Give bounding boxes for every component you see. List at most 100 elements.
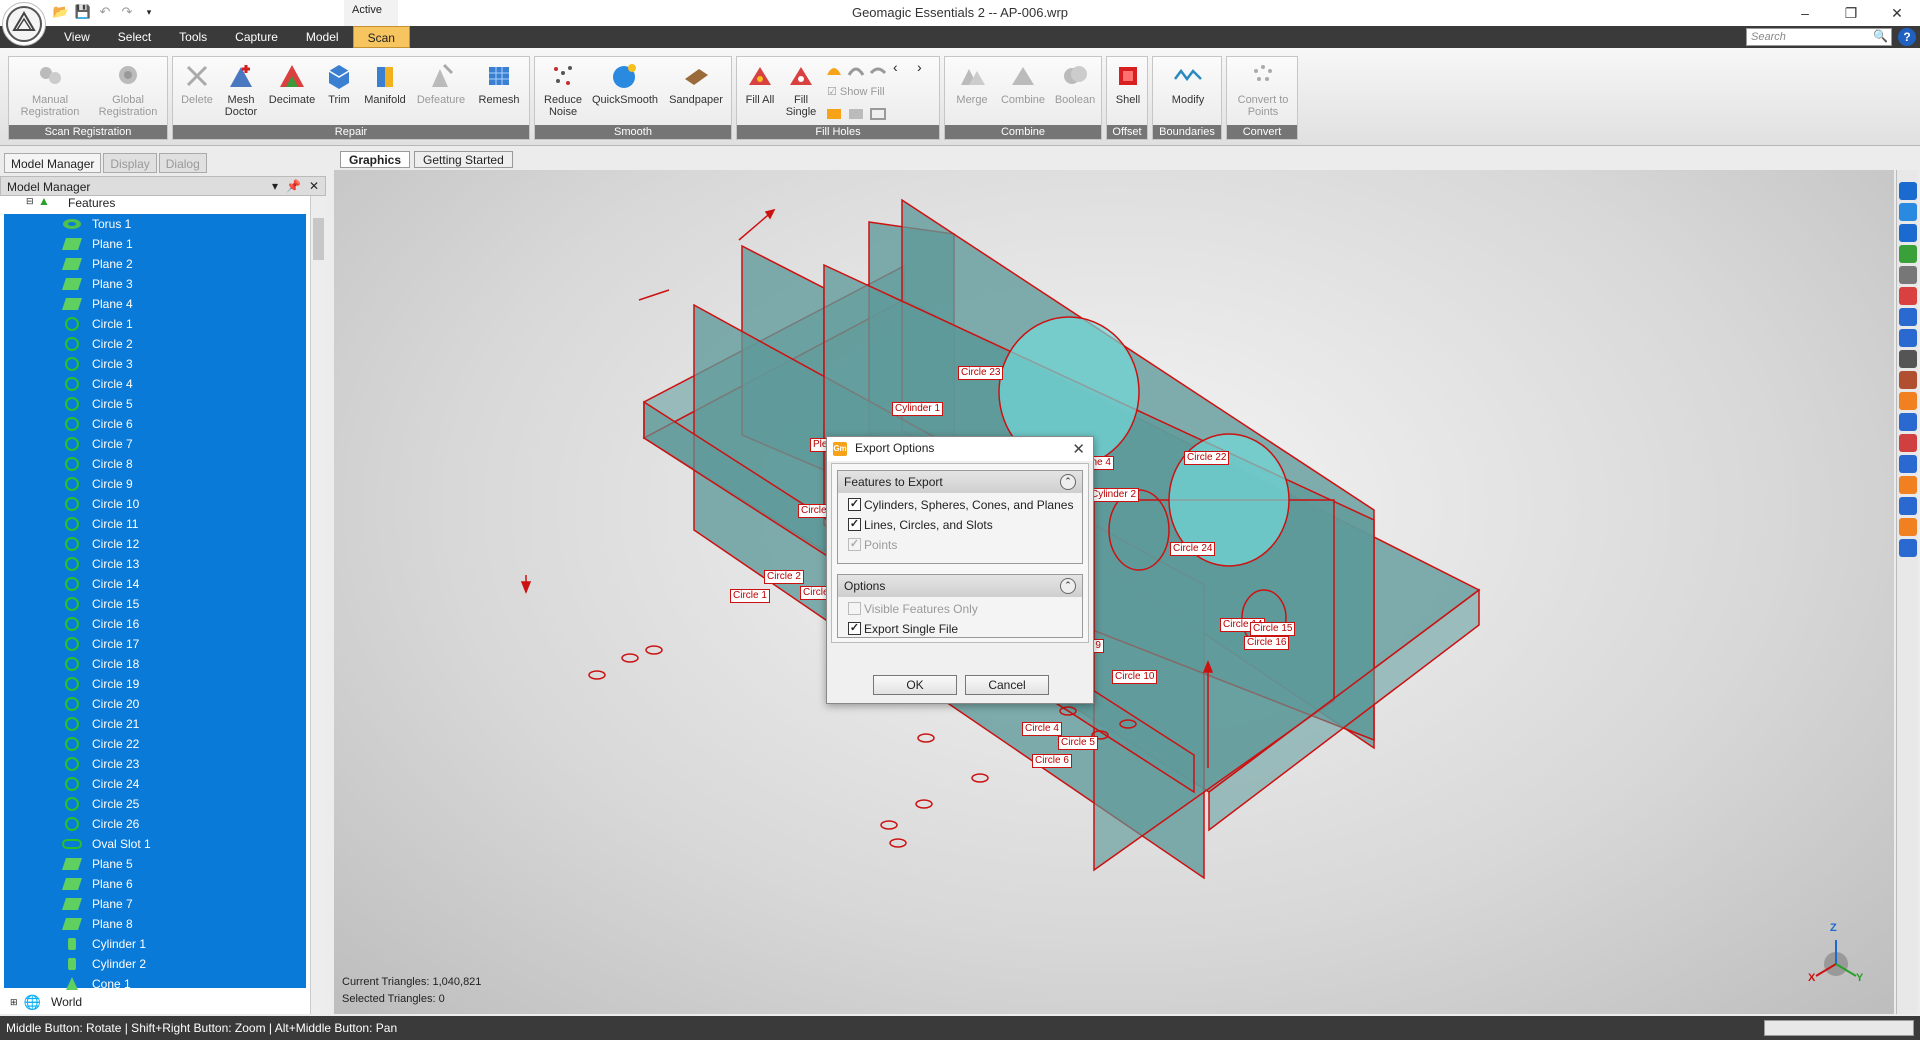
tab-model-manager[interactable]: Model Manager xyxy=(4,153,102,173)
option-cylinders-spheres-cones-planes[interactable]: ✓ Cylinders, Spheres, Cones, and Planes xyxy=(838,495,1082,515)
tree-item-circle-26[interactable]: Circle 26 xyxy=(4,814,306,834)
search-input[interactable]: Search xyxy=(1746,28,1892,46)
fill-complete-icon[interactable] xyxy=(825,61,843,79)
section-header[interactable]: Options ⌃ xyxy=(838,575,1082,597)
tree-item-circle-11[interactable]: Circle 11 xyxy=(4,514,306,534)
tree-item-circle-22[interactable]: Circle 22 xyxy=(4,734,306,754)
select-rect-icon[interactable] xyxy=(1899,308,1917,326)
tree-item-plane-5[interactable]: Plane 5 xyxy=(4,854,306,874)
mesh-doctor-button[interactable]: Mesh Doctor xyxy=(217,61,265,118)
tree-item-circle-3[interactable]: Circle 3 xyxy=(4,354,306,374)
tree-item-circle-1[interactable]: Circle 1 xyxy=(4,314,306,334)
tree-item-plane-8[interactable]: Plane 8 xyxy=(4,914,306,934)
dialog-close-icon[interactable]: ✕ xyxy=(1072,440,1085,458)
pin-icon[interactable]: 📌 xyxy=(286,179,301,193)
tree-item-cone-1[interactable]: Cone 1 xyxy=(4,974,306,994)
paint-icon[interactable] xyxy=(1899,371,1917,389)
tab-display[interactable]: Display xyxy=(103,153,157,173)
tree-item-circle-24[interactable]: Circle 24 xyxy=(4,774,306,794)
tree-item-plane-1[interactable]: Plane 1 xyxy=(4,234,306,254)
modify-button[interactable]: Modify xyxy=(1157,61,1219,106)
next-hole-icon[interactable]: › xyxy=(917,59,922,75)
lasso-icon[interactable] xyxy=(1899,329,1917,347)
collapse-section-icon[interactable]: ⌃ xyxy=(1060,474,1076,490)
tree-item-circle-25[interactable]: Circle 25 xyxy=(4,794,306,814)
fill-bridge-icon[interactable] xyxy=(869,61,887,79)
frame-icon[interactable] xyxy=(1899,413,1917,431)
convert-to-points-button[interactable]: Convert to Points xyxy=(1231,61,1295,118)
fill-all-button[interactable]: Fill All xyxy=(741,61,779,106)
tree-item-plane-7[interactable]: Plane 7 xyxy=(4,894,306,914)
menu-capture[interactable]: Capture xyxy=(221,26,292,48)
restore-button[interactable]: ❐ xyxy=(1828,0,1874,26)
tree-item-circle-5[interactable]: Circle 5 xyxy=(4,394,306,414)
manifold-button[interactable]: Manifold xyxy=(359,61,411,106)
dropdown-icon[interactable]: ▾ xyxy=(272,179,278,193)
menu-view[interactable]: View xyxy=(50,26,104,48)
tree-item-circle-21[interactable]: Circle 21 xyxy=(4,714,306,734)
sandpaper-button[interactable]: Sandpaper xyxy=(663,61,729,106)
tree-item-circle-23[interactable]: Circle 23 xyxy=(4,754,306,774)
delete-button[interactable]: Delete xyxy=(177,61,217,106)
option-lines-circles-slots[interactable]: ✓ Lines, Circles, and Slots xyxy=(838,515,1082,535)
tree-scrollbar[interactable] xyxy=(310,196,326,1014)
tree-item-circle-10[interactable]: Circle 10 xyxy=(4,494,306,514)
tree-item-oval-slot-1[interactable]: Oval Slot 1 xyxy=(4,834,306,854)
tree-world-node[interactable]: ⊞ 🌐 World xyxy=(0,992,310,1012)
reduce-noise-button[interactable]: Reduce Noise xyxy=(539,61,587,118)
help-icon[interactable]: ? xyxy=(1898,28,1916,46)
ok-button[interactable]: OK xyxy=(873,675,957,695)
curvature-fill-icon[interactable] xyxy=(825,105,843,123)
tree-item-circle-18[interactable]: Circle 18 xyxy=(4,654,306,674)
tab-getting-started[interactable]: Getting Started xyxy=(414,151,513,168)
quicksmooth-button[interactable]: QuickSmooth xyxy=(589,61,661,106)
color-icon[interactable] xyxy=(1899,434,1917,452)
tree-item-circle-8[interactable]: Circle 8 xyxy=(4,454,306,474)
tree-item-circle-15[interactable]: Circle 15 xyxy=(4,594,306,614)
tree-item-circle-14[interactable]: Circle 14 xyxy=(4,574,306,594)
tree-item-plane-4[interactable]: Plane 4 xyxy=(4,294,306,314)
manual-registration-button[interactable]: Manual Registration xyxy=(13,61,87,118)
app-logo[interactable] xyxy=(2,2,46,46)
perspective-icon[interactable] xyxy=(1899,287,1917,305)
trim-button[interactable]: Trim xyxy=(319,61,359,106)
tree-item-circle-16[interactable]: Circle 16 xyxy=(4,614,306,634)
front-view-icon[interactable] xyxy=(1899,224,1917,242)
tree-features-node[interactable]: ⊟ ▲ Features xyxy=(0,196,310,210)
merge-button[interactable]: Merge xyxy=(949,61,995,106)
model-render[interactable] xyxy=(334,170,1894,1014)
tree-item-cylinder-1[interactable]: Cylinder 1 xyxy=(4,934,306,954)
tree-item-circle-2[interactable]: Circle 2 xyxy=(4,334,306,354)
menu-model[interactable]: Model xyxy=(292,26,353,48)
tree-item-circle-13[interactable]: Circle 13 xyxy=(4,554,306,574)
option-export-single-file[interactable]: ✓ Export Single File xyxy=(838,619,1082,639)
tree-item-circle-20[interactable]: Circle 20 xyxy=(4,694,306,714)
decimate-button[interactable]: Decimate xyxy=(267,61,317,106)
shell-button[interactable]: Shell xyxy=(1109,61,1147,106)
tree-item-torus-1[interactable]: Torus 1 xyxy=(4,214,306,234)
tree-item-circle-6[interactable]: Circle 6 xyxy=(4,414,306,434)
tree-item-cylinder-2[interactable]: Cylinder 2 xyxy=(4,954,306,974)
expand-icon[interactable]: ⊞ xyxy=(10,997,18,1008)
flat-fill-icon[interactable] xyxy=(869,105,887,123)
section-header[interactable]: Features to Export ⌃ xyxy=(838,471,1082,493)
tree-item-plane-3[interactable]: Plane 3 xyxy=(4,274,306,294)
orange-tool-icon[interactable] xyxy=(1899,392,1917,410)
tree-item-circle-19[interactable]: Circle 19 xyxy=(4,674,306,694)
render-icon[interactable] xyxy=(1899,539,1917,557)
display-icon[interactable] xyxy=(1899,518,1917,536)
zoom-icon[interactable] xyxy=(1899,266,1917,284)
clip-icon[interactable] xyxy=(1899,476,1917,494)
tree-item-circle-9[interactable]: Circle 9 xyxy=(4,474,306,494)
tree-item-plane-2[interactable]: Plane 2 xyxy=(4,254,306,274)
view-icon[interactable] xyxy=(1899,182,1917,200)
remesh-button[interactable]: Remesh xyxy=(471,61,527,106)
tangent-fill-icon[interactable] xyxy=(847,105,865,123)
combine-button[interactable]: Combine xyxy=(997,61,1049,106)
collapse-section-icon[interactable]: ⌃ xyxy=(1060,578,1076,594)
previous-hole-icon[interactable]: ‹ xyxy=(893,59,898,75)
checkbox[interactable]: ✓ xyxy=(848,498,861,511)
rotate-icon[interactable] xyxy=(1899,203,1917,221)
search-icon[interactable]: 🔍 xyxy=(1873,29,1888,43)
collapse-icon[interactable]: ⊟ xyxy=(26,196,34,207)
